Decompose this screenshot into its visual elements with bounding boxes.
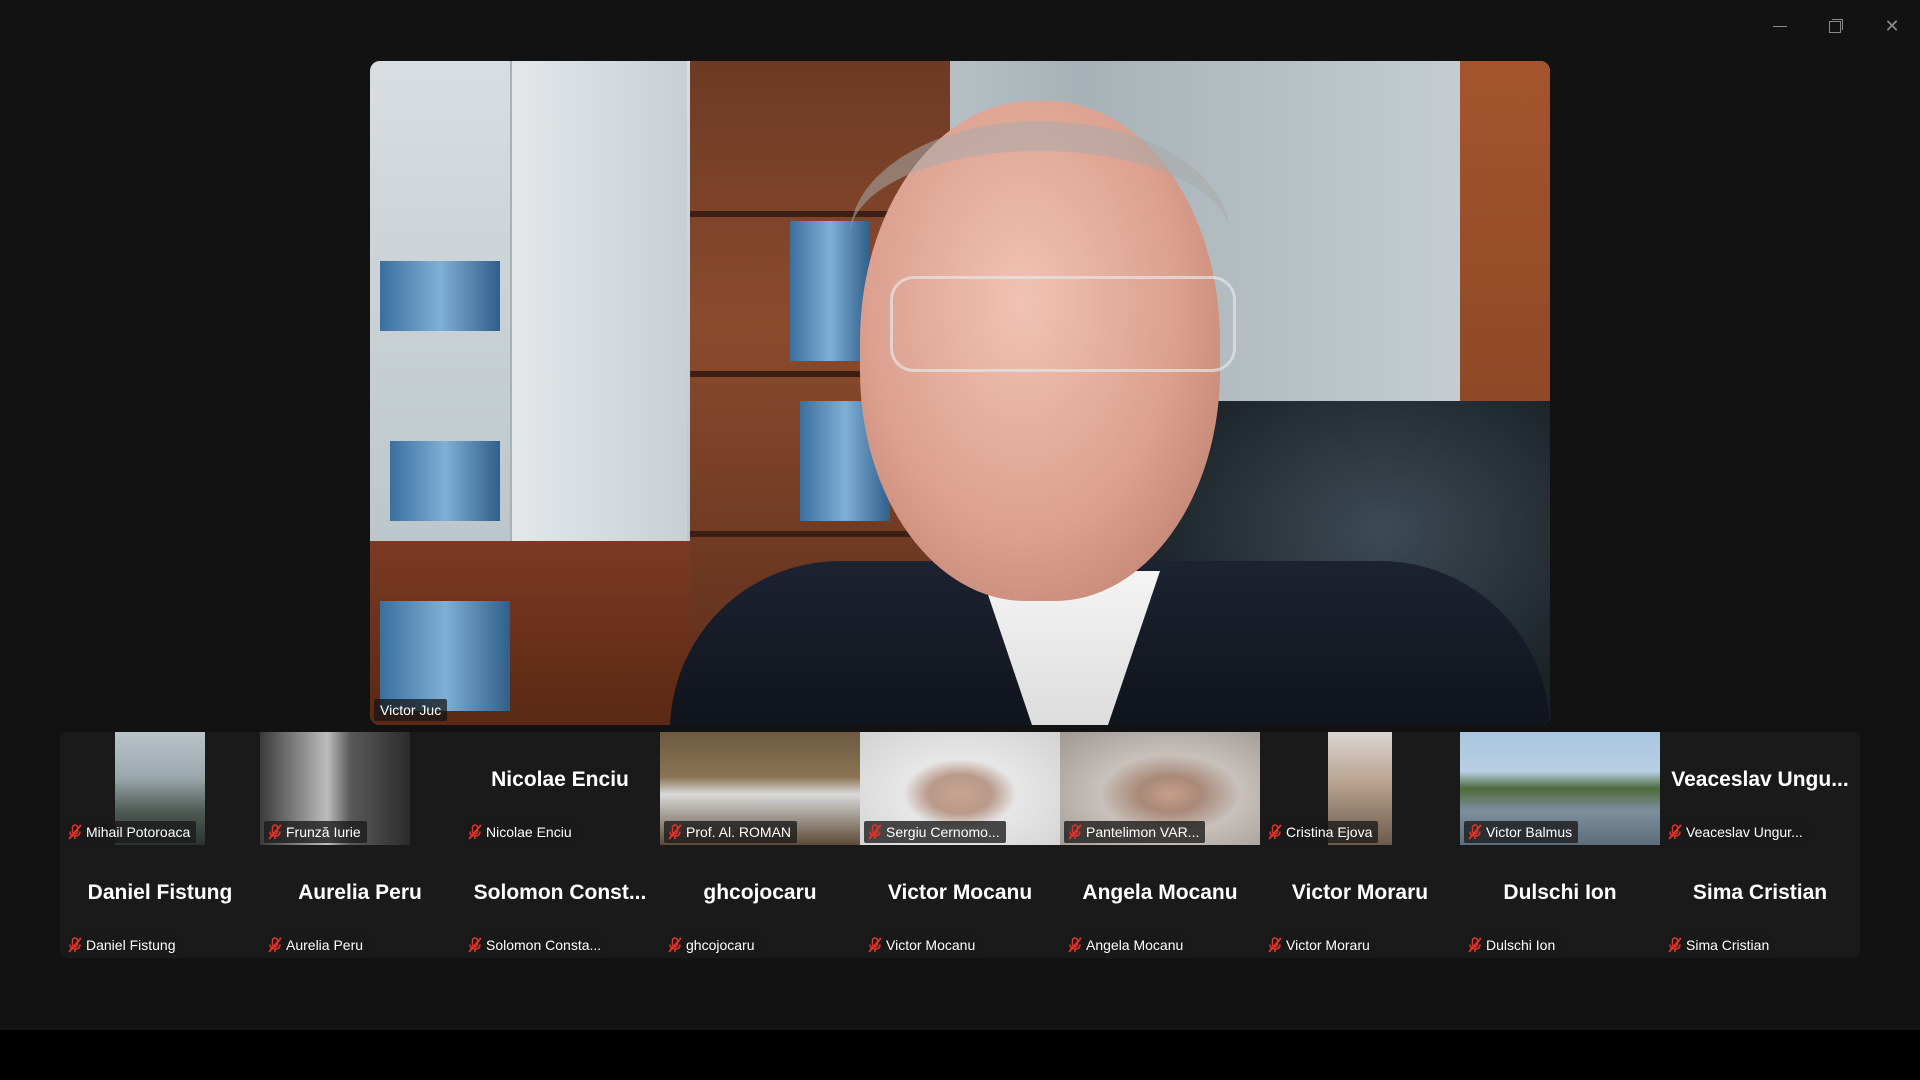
speaker-name-label: Victor Juc xyxy=(374,699,448,721)
participant-tile[interactable]: ghcojocaru ghcojocaru xyxy=(660,845,860,958)
participant-tile[interactable]: Aurelia Peru Aurelia Peru xyxy=(260,845,460,958)
muted-mic-icon xyxy=(1668,937,1682,953)
participant-name: Angela Mocanu xyxy=(1086,937,1184,953)
participant-name-label: Aurelia Peru xyxy=(264,934,370,956)
participant-name-label: Pantelimon VAR... xyxy=(1064,821,1206,843)
participant-avatar-name: ghcojocaru xyxy=(703,881,817,904)
participant-tile[interactable]: Prof. Al. ROMAN xyxy=(660,732,860,845)
participant-avatar-name: Victor Mocanu xyxy=(887,881,1033,904)
participant-avatar-name: Daniel Fistung xyxy=(87,881,233,904)
muted-mic-icon xyxy=(1068,824,1082,840)
participant-name-label: Victor Mocanu xyxy=(864,934,982,956)
muted-mic-icon xyxy=(468,824,482,840)
participant-name: Veaceslav Ungur... xyxy=(1686,824,1803,840)
participant-name: Solomon Consta... xyxy=(486,937,602,953)
participant-name-label: ghcojocaru xyxy=(664,934,761,956)
participant-name-label: Dulschi Ion xyxy=(1464,934,1562,956)
participant-avatar-name: Aurelia Peru xyxy=(298,881,422,904)
participant-name: Victor Moraru xyxy=(1286,937,1370,953)
participant-name: Pantelimon VAR... xyxy=(1086,824,1200,840)
muted-mic-icon xyxy=(1468,937,1482,953)
participant-name-label: Veaceslav Ungur... xyxy=(1664,821,1809,843)
participant-avatar-name: Solomon Const... xyxy=(473,881,647,904)
active-speaker-video[interactable]: Victor Juc xyxy=(370,61,1550,725)
participant-name-label: Sima Cristian xyxy=(1664,934,1776,956)
participant-name: Victor Mocanu xyxy=(886,937,976,953)
participant-name-label: Prof. Al. ROMAN xyxy=(664,821,798,843)
participant-tile[interactable]: Victor Moraru Victor Moraru xyxy=(1260,845,1460,958)
participant-tile[interactable]: Sergiu Cernomo... xyxy=(860,732,1060,845)
participant-avatar-name: Angela Mocanu xyxy=(1082,881,1238,904)
participant-avatar-name: Veaceslav Ungu... xyxy=(1671,768,1849,791)
muted-mic-icon xyxy=(268,937,282,953)
participant-name: Prof. Al. ROMAN xyxy=(686,824,792,840)
minimize-icon xyxy=(1773,25,1787,27)
muted-mic-icon xyxy=(868,937,882,953)
participant-name: Mihail Potoroaca xyxy=(86,824,191,840)
participant-name: Sima Cristian xyxy=(1686,937,1770,953)
participant-name-label: Victor Moraru xyxy=(1264,934,1376,956)
participant-name: Frunză Iurie xyxy=(286,824,361,840)
participant-name-label: Angela Mocanu xyxy=(1064,934,1190,956)
muted-mic-icon xyxy=(1268,937,1282,953)
participant-name-label: Solomon Consta... xyxy=(464,934,608,956)
participant-tile[interactable]: Nicolae Enciu Nicolae Enciu xyxy=(460,732,660,845)
restore-button[interactable] xyxy=(1816,8,1856,44)
close-button[interactable]: ✕ xyxy=(1872,8,1912,44)
muted-mic-icon xyxy=(868,824,882,840)
participant-avatar-name: Victor Moraru xyxy=(1291,881,1429,904)
participant-tile[interactable]: Dulschi Ion Dulschi Ion xyxy=(1460,845,1660,958)
gallery-strip: Mihail Potoroaca Frunză Iurie Nicolae Enci… xyxy=(60,732,1860,958)
participant-avatar-name: Nicolae Enciu xyxy=(491,768,629,791)
participant-name: Aurelia Peru xyxy=(286,937,364,953)
muted-mic-icon xyxy=(1468,824,1482,840)
muted-mic-icon xyxy=(268,824,282,840)
participant-name: Sergiu Cernomo... xyxy=(886,824,1000,840)
bottom-bar xyxy=(0,1030,1920,1080)
participant-name-label: Nicolae Enciu xyxy=(464,821,578,843)
muted-mic-icon xyxy=(668,937,682,953)
restore-icon xyxy=(1829,19,1843,33)
muted-mic-icon xyxy=(68,824,82,840)
participant-name-label: Victor Balmus xyxy=(1464,821,1579,843)
speaker-video-frame xyxy=(370,61,1550,725)
participant-tile[interactable]: Victor Mocanu Victor Mocanu xyxy=(860,845,1060,958)
participant-name: Victor Balmus xyxy=(1486,824,1573,840)
participant-name: Nicolae Enciu xyxy=(486,824,572,840)
muted-mic-icon xyxy=(668,824,682,840)
participant-name: Dulschi Ion xyxy=(1486,937,1556,953)
participant-name: Cristina Ejova xyxy=(1286,824,1373,840)
participant-tile[interactable]: Frunză Iurie xyxy=(260,732,460,845)
participant-name: Daniel Fistung xyxy=(86,937,176,953)
participant-tile[interactable]: Sima Cristian Sima Cristian xyxy=(1660,845,1860,958)
muted-mic-icon xyxy=(68,937,82,953)
participant-name-label: Daniel Fistung xyxy=(64,934,182,956)
muted-mic-icon xyxy=(1668,824,1682,840)
participant-tile[interactable]: Veaceslav Ungu... Veaceslav Ungur... xyxy=(1660,732,1860,845)
participant-tile[interactable]: Pantelimon VAR... xyxy=(1060,732,1260,845)
close-icon: ✕ xyxy=(1884,15,1900,37)
participant-name-label: Cristina Ejova xyxy=(1264,821,1379,843)
muted-mic-icon xyxy=(468,937,482,953)
participant-name-label: Mihail Potoroaca xyxy=(64,821,197,843)
participant-name-label: Sergiu Cernomo... xyxy=(864,821,1006,843)
participant-name: ghcojocaru xyxy=(686,937,755,953)
participant-avatar-name: Dulschi Ion xyxy=(1503,881,1617,904)
minimize-button[interactable] xyxy=(1760,8,1800,44)
participant-avatar-name: Sima Cristian xyxy=(1692,881,1828,904)
participant-tile[interactable]: Mihail Potoroaca xyxy=(60,732,260,845)
participant-tile[interactable]: Cristina Ejova xyxy=(1260,732,1460,845)
muted-mic-icon xyxy=(1268,824,1282,840)
muted-mic-icon xyxy=(1068,937,1082,953)
participant-tile[interactable]: Victor Balmus xyxy=(1460,732,1660,845)
participant-tile[interactable]: Solomon Const... Solomon Consta... xyxy=(460,845,660,958)
participant-tile[interactable]: Angela Mocanu Angela Mocanu xyxy=(1060,845,1260,958)
participant-tile[interactable]: Daniel Fistung Daniel Fistung xyxy=(60,845,260,958)
participant-name-label: Frunză Iurie xyxy=(264,821,367,843)
